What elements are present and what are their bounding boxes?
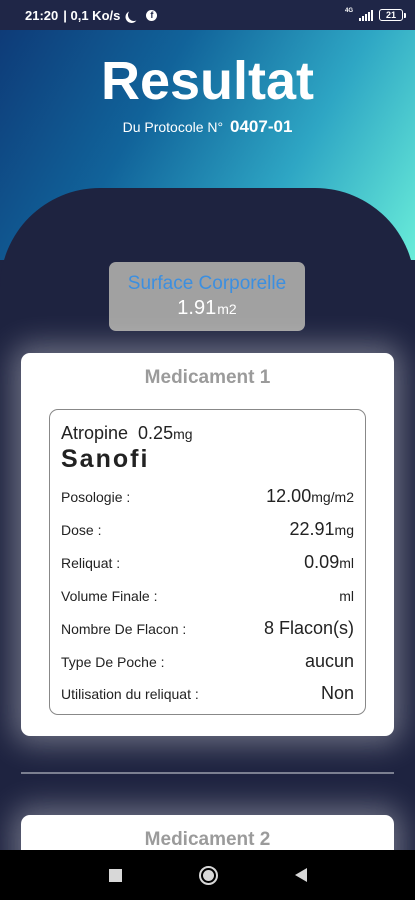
drug-name: Atropine: [61, 423, 129, 443]
surface-label: Surface Corporelle: [127, 273, 287, 294]
status-bar: 21:20 | 0,1 Ko/s f 4G 21: [0, 0, 415, 30]
drug-dose: 0.25: [138, 423, 174, 443]
row-value: ml: [339, 585, 354, 606]
row-type-poche: Type De Poche : aucun: [61, 651, 354, 672]
home-icon[interactable]: [198, 865, 218, 885]
row-value: aucun: [304, 651, 354, 671]
navigation-bar: [0, 850, 415, 900]
back-icon[interactable]: [294, 868, 307, 882]
network-type: 4G: [344, 8, 353, 14]
battery-icon: 21: [379, 9, 406, 21]
drug-line: Atropine 0.25mg: [61, 423, 193, 444]
recent-apps-icon[interactable]: [108, 868, 122, 882]
row-label: Volume Finale :: [61, 588, 158, 604]
medicament-card-1: Medicament 1 Atropine 0.25mg Sanofi Posol…: [21, 353, 394, 736]
row-unit: ml: [339, 588, 354, 604]
row-value: 12.00mg/m2: [266, 486, 354, 507]
row-label: Dose :: [61, 522, 102, 538]
row-label: Nombre De Flacon :: [61, 621, 187, 637]
medicament-details: Atropine 0.25mg Sanofi Posologie : 12.00m…: [49, 409, 366, 715]
row-value-number: 0.09: [304, 552, 340, 572]
facebook-icon: f: [146, 9, 158, 21]
surface-number: 1.91: [177, 297, 217, 319]
status-speed: | 0,1 Ko/s: [63, 7, 121, 23]
row-utilisation-reliquat: Utilisation du reliquat : Non: [61, 683, 354, 704]
row-value-number: 22.91: [289, 519, 335, 539]
row-value-number: 12.00: [266, 486, 312, 506]
page-title: Resultat: [100, 51, 315, 111]
row-volume-finale: Volume Finale : ml: [61, 585, 354, 606]
medicament-2-title: Medicament 2: [144, 829, 271, 850]
row-value: 0.09ml: [304, 552, 354, 573]
row-dose: Dose : 22.91mg: [61, 519, 354, 540]
row-label: Posologie :: [61, 489, 131, 505]
drug-maker: Sanofi: [61, 445, 150, 473]
row-unit: ml: [339, 555, 354, 571]
protocol-prefix: Du Protocole N°: [122, 119, 224, 135]
row-value: 8 Flacon(s): [263, 618, 354, 638]
section-divider: [21, 772, 394, 774]
row-posologie: Posologie : 12.00mg/m2: [61, 486, 354, 507]
row-reliquat: Reliquat : 0.09ml: [61, 552, 354, 573]
protocol-code: 0407-01: [230, 117, 293, 136]
signal-icon: [359, 9, 373, 21]
row-value: 22.91mg: [290, 519, 355, 540]
row-value: Non: [320, 683, 354, 703]
surface-unit: m2: [217, 301, 237, 317]
row-label: Type De Poche :: [61, 654, 165, 670]
row-unit: mg: [334, 522, 354, 538]
medicament-1-title: Medicament 1: [144, 367, 271, 388]
battery-level: 21: [385, 10, 396, 20]
drug-dose-unit: mg: [173, 426, 193, 442]
surface-value: 1.91m2: [109, 297, 305, 320]
surface-card: Surface Corporelle 1.91m2: [109, 262, 305, 331]
row-label: Reliquat :: [61, 555, 121, 571]
row-label: Utilisation du reliquat :: [61, 686, 199, 702]
protocol-subtitle: Du Protocole N° 0407-01: [0, 117, 415, 137]
status-time: 21:20: [25, 7, 59, 23]
row-unit: mg/m2: [311, 489, 354, 505]
row-nombre-flacon: Nombre De Flacon : 8 Flacon(s): [61, 618, 354, 639]
moon-icon: [127, 7, 142, 22]
